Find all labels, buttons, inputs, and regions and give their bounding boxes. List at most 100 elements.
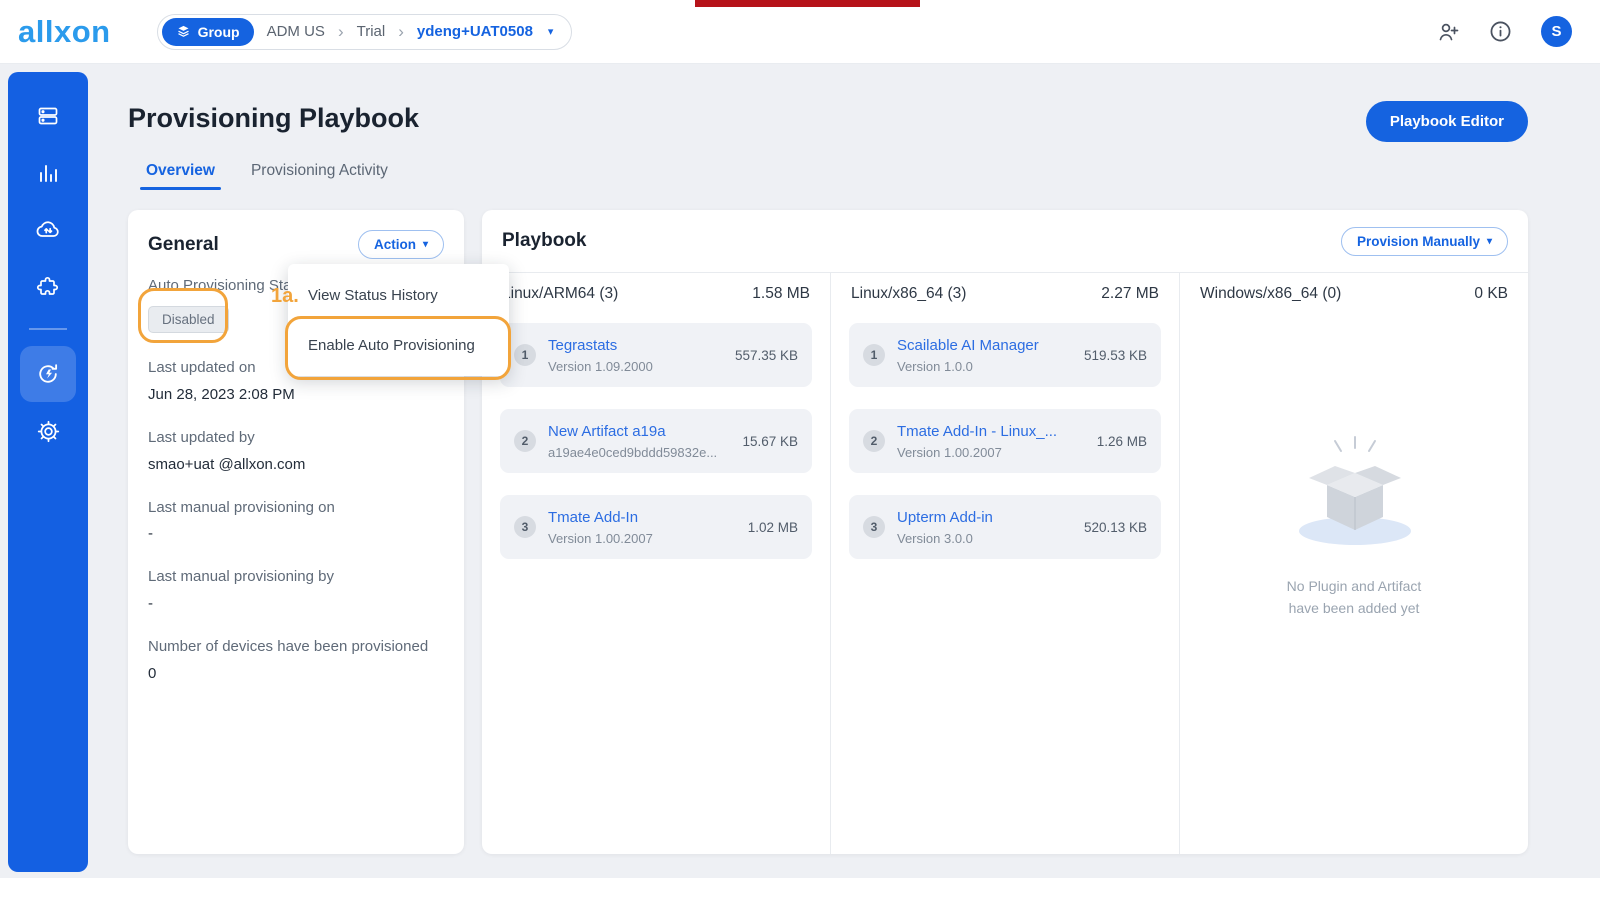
menu-item-view-status-history[interactable]: View Status History	[288, 270, 509, 320]
item-size: 557.35 KB	[725, 348, 798, 363]
top-bar: allxon Group ADM US › Trial › ydeng+UAT0…	[0, 0, 1600, 64]
item-size: 1.26 MB	[1087, 434, 1147, 449]
field-last-manual-provisioning-by: Last manual provisioning by -	[148, 566, 444, 612]
gear-icon	[36, 419, 61, 444]
field-label: Last manual provisioning on	[148, 497, 444, 519]
menu-item-enable-auto-provisioning[interactable]: Enable Auto Provisioning	[288, 320, 509, 370]
breadcrumb-plan[interactable]: Trial	[357, 23, 386, 40]
group-selector[interactable]: Group	[162, 18, 254, 46]
column-header: Linux/x86_64 (3)	[851, 285, 966, 303]
allxon-logo[interactable]: allxon	[18, 14, 111, 50]
topbar-actions: S	[1436, 16, 1572, 47]
field-last-updated-by: Last updated by smao+uat @allxon.com	[148, 427, 444, 473]
action-button-label: Action	[374, 237, 416, 252]
field-value: Jun 28, 2023 2:08 PM	[148, 386, 444, 403]
sidebar-divider	[29, 328, 67, 330]
item-index-badge: 3	[863, 516, 885, 538]
playbook-item: 3 Upterm Add-in Version 3.0.0 520.13 KB	[849, 495, 1161, 559]
sidebar-item-provisioning[interactable]	[20, 346, 76, 402]
playbook-title: Playbook	[502, 230, 586, 252]
status-badge: Disabled	[148, 306, 229, 333]
invite-user-button[interactable]	[1436, 20, 1460, 44]
sidebar-item-devices[interactable]	[24, 92, 72, 140]
info-button[interactable]	[1488, 19, 1513, 44]
layers-icon	[176, 24, 191, 39]
playbook-item: 2 Tmate Add-In - Linux_... Version 1.00.…	[849, 409, 1161, 473]
item-version: Version 3.0.0	[897, 531, 993, 546]
page-title: Provisioning Playbook	[128, 103, 419, 134]
chevron-right-icon: ›	[398, 22, 404, 42]
tabs: Overview Provisioning Activity	[128, 152, 406, 190]
caret-down-icon[interactable]: ▾	[548, 25, 554, 38]
provision-manually-label: Provision Manually	[1357, 234, 1480, 249]
field-label: Last manual provisioning by	[148, 566, 444, 588]
breadcrumb: Group ADM US › Trial › ydeng+UAT0508 ▾	[157, 14, 573, 50]
item-index-badge: 2	[863, 430, 885, 452]
action-dropdown-menu: View Status History Enable Auto Provisio…	[288, 264, 509, 376]
person-add-icon	[1436, 20, 1460, 44]
column-windows-x86_64: Windows/x86_64 (0) 0 KB	[1180, 273, 1528, 854]
playbook-editor-button[interactable]: Playbook Editor	[1366, 101, 1528, 142]
column-header: Linux/ARM64 (3)	[502, 285, 618, 303]
sidebar-item-ota-deployment[interactable]	[24, 206, 72, 254]
item-size: 1.02 MB	[738, 520, 798, 535]
field-devices-provisioned: Number of devices have been provisioned …	[148, 636, 444, 682]
provisioning-icon	[35, 361, 61, 387]
column-total-size: 1.58 MB	[752, 285, 810, 303]
item-name-link[interactable]: Tmate Add-In - Linux_...	[897, 423, 1057, 440]
item-name-link[interactable]: Tegrastats	[548, 337, 653, 354]
tab-overview[interactable]: Overview	[128, 152, 233, 190]
item-name-link[interactable]: Scailable AI Manager	[897, 337, 1039, 354]
playbook-item: 2 New Artifact a19a a19ae4e0ced9bddd5983…	[500, 409, 812, 473]
field-value: -	[148, 525, 444, 542]
sidebar	[8, 72, 88, 872]
sidebar-item-plugins[interactable]	[24, 263, 72, 311]
action-button[interactable]: Action ▾	[358, 230, 444, 259]
item-hash: a19ae4e0ced9bddd59832e...	[548, 445, 717, 460]
page: allxon Group ADM US › Trial › ydeng+UAT0…	[0, 0, 1600, 900]
general-title: General	[148, 234, 219, 256]
column-linux-arm64: Linux/ARM64 (3) 1.58 MB 1 Tegrastats Ver…	[482, 273, 831, 854]
field-last-manual-provisioning-on: Last manual provisioning on -	[148, 497, 444, 543]
footer-strip	[0, 878, 1600, 900]
column-total-size: 0 KB	[1474, 285, 1508, 303]
empty-text-line1: No Plugin and Artifact	[1287, 576, 1422, 598]
field-value: 0	[148, 665, 444, 682]
annotation-1a: 1a.	[271, 285, 299, 308]
devices-icon	[36, 104, 60, 128]
item-index-badge: 3	[514, 516, 536, 538]
breadcrumb-org[interactable]: ADM US	[267, 23, 325, 40]
item-index-badge: 1	[863, 344, 885, 366]
item-name-link[interactable]: Tmate Add-In	[548, 509, 653, 526]
field-label: Last updated by	[148, 427, 444, 449]
item-name-link[interactable]: Upterm Add-in	[897, 509, 993, 526]
sidebar-item-settings[interactable]	[24, 407, 72, 455]
chevron-right-icon: ›	[338, 22, 344, 42]
tab-provisioning-activity[interactable]: Provisioning Activity	[233, 152, 406, 190]
info-icon	[1488, 19, 1513, 44]
caret-down-icon: ▾	[1487, 236, 1492, 247]
sidebar-item-analytics[interactable]	[24, 149, 72, 197]
field-value: smao+uat @allxon.com	[148, 456, 444, 473]
empty-box-illustration	[1279, 435, 1429, 550]
provision-manually-button[interactable]: Provision Manually ▾	[1341, 227, 1508, 256]
user-avatar[interactable]: S	[1541, 16, 1572, 47]
cloud-sync-icon	[35, 217, 61, 243]
item-name-link[interactable]: New Artifact a19a	[548, 423, 717, 440]
playbook-item: 3 Tmate Add-In Version 1.00.2007 1.02 MB	[500, 495, 812, 559]
bar-chart-icon	[36, 161, 60, 185]
item-version: Version 1.09.2000	[548, 359, 653, 374]
column-linux-x86_64: Linux/x86_64 (3) 2.27 MB 1 Scailable AI …	[831, 273, 1180, 854]
item-size: 15.67 KB	[732, 434, 798, 449]
item-size: 520.13 KB	[1074, 520, 1147, 535]
breadcrumb-current-group[interactable]: ydeng+UAT0508	[417, 23, 533, 40]
item-version: Version 1.00.2007	[897, 445, 1057, 460]
top-red-strip	[695, 0, 920, 7]
puzzle-icon	[36, 275, 60, 299]
group-label: Group	[198, 24, 240, 40]
item-version: Version 1.00.2007	[548, 531, 653, 546]
item-index-badge: 1	[514, 344, 536, 366]
column-header: Windows/x86_64 (0)	[1200, 285, 1341, 303]
item-size: 519.53 KB	[1074, 348, 1147, 363]
field-label: Number of devices have been provisioned	[148, 636, 444, 658]
